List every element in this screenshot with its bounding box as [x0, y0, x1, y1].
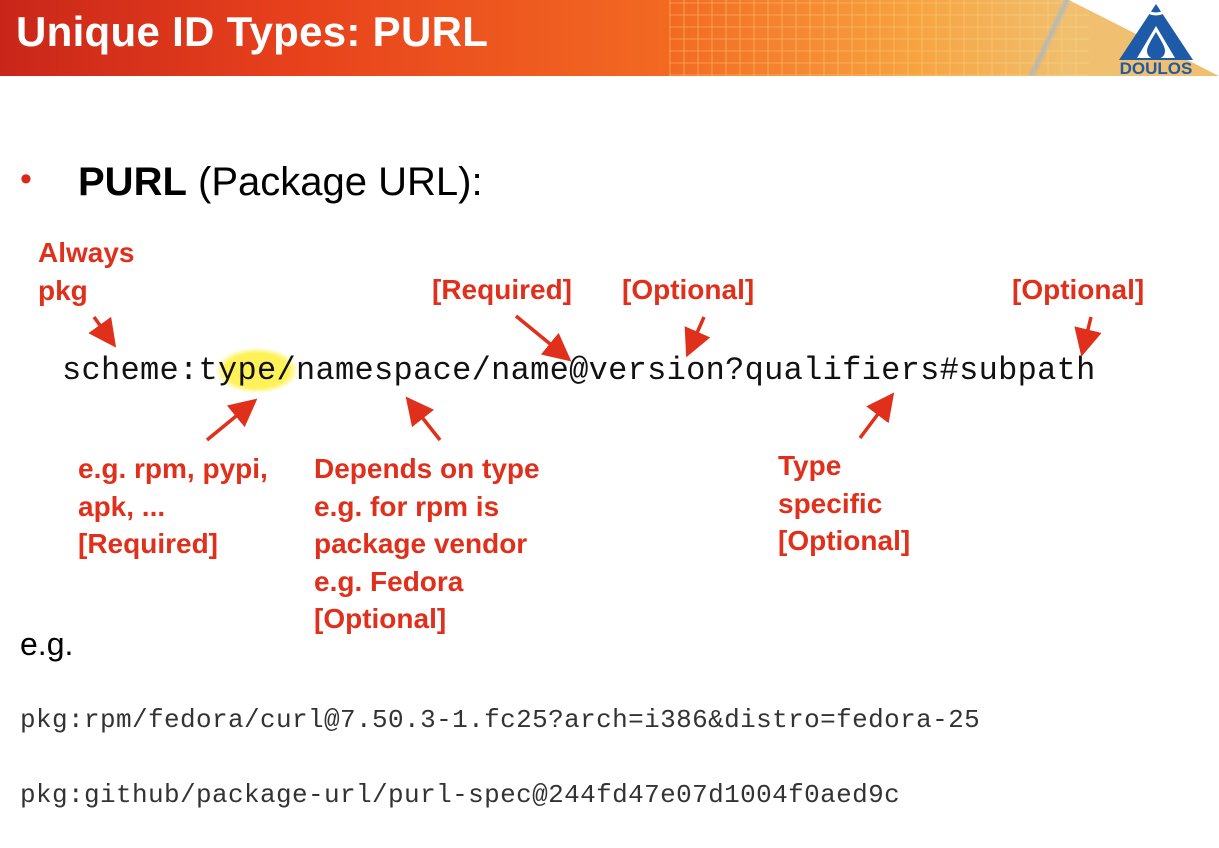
example-label: e.g.: [20, 626, 74, 662]
arrow-namespace: [405, 396, 442, 442]
arrow-name: [514, 314, 572, 362]
arrow-version: [684, 316, 711, 358]
arrow-qualifiers: [858, 392, 895, 440]
arrow-subpath: [1074, 316, 1102, 357]
example-purl-github: pkg:github/package-url/purl-spec@244fd47…: [20, 780, 901, 810]
example-purl-rpm: pkg:rpm/fedora/curl@7.50.3-1.fc25?arch=i…: [20, 705, 981, 735]
arrow-type: [205, 398, 258, 442]
arrow-scheme: [88, 315, 117, 348]
